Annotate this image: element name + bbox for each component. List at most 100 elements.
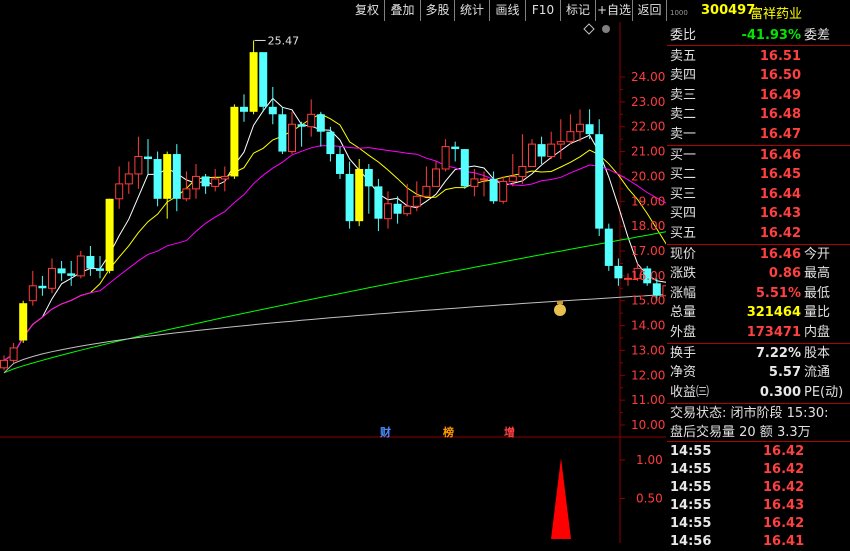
kline-chart[interactable]: 24.00 23.00 22.00 21.00 20.00 19.00 18.00 17.00… (0, 22, 666, 543)
sell-level-3-label: 卖三 (670, 87, 697, 103)
candle-body (374, 186, 383, 219)
tick-time: 14:55 (670, 462, 712, 478)
candle (38, 275, 47, 296)
sell-level-4[interactable]: 卖四 16.50 (667, 66, 850, 85)
price-axis-label: 23.00 (631, 95, 665, 109)
candle-body (556, 141, 565, 145)
sell-level-3-value: 16.49 (759, 87, 801, 103)
stat2-row-0[interactable]: 换手 7.22% 股本 (667, 344, 850, 363)
buy-level-1[interactable]: 买一 16.46 (667, 146, 850, 165)
stat-row-0[interactable]: 现价 16.46 今开 (667, 245, 850, 264)
candle-body (595, 134, 604, 229)
price-axis-label: 10.00 (631, 418, 665, 432)
sell-level-2[interactable]: 卖二 16.48 (667, 105, 850, 124)
stat2-row-2[interactable]: 收益㈢ 0.300 PE(动) (667, 383, 850, 402)
money-bag-top (557, 301, 563, 304)
candle (384, 191, 392, 229)
f10-button[interactable]: F10 (526, 0, 561, 21)
stat2-row-0-value: 7.22% (755, 346, 801, 361)
candle-body (470, 178, 479, 187)
candle (422, 166, 431, 197)
weibi-row-value: -41.93% (741, 28, 801, 43)
candle-body (240, 106, 248, 112)
candle-body (172, 154, 181, 199)
candle-body (134, 156, 143, 175)
price-axis-label: 19.00 (631, 194, 665, 208)
candle (115, 166, 124, 209)
candle (326, 126, 335, 162)
candle-body (499, 180, 508, 202)
price-axis-label: 24.00 (631, 70, 665, 84)
overlay-button[interactable]: 叠加 (385, 0, 421, 21)
candle (240, 94, 248, 122)
sell-level-5[interactable]: 卖五 16.51 (667, 47, 850, 66)
buy-level-4[interactable]: 买四 16.43 (667, 204, 850, 223)
candle-body (422, 185, 431, 197)
ma10-line (3, 113, 666, 361)
candle (134, 136, 143, 189)
candle (105, 198, 114, 274)
ma120-line (3, 294, 666, 374)
candle (96, 255, 104, 279)
stat-row-2[interactable]: 涨幅 5.51% 最低 (667, 284, 850, 303)
candle (163, 151, 172, 219)
stat2-row-1-label2: 流通 (804, 365, 831, 381)
sell-level-1[interactable]: 卖一 16.47 (667, 125, 850, 144)
price-axis-label: 18.00 (631, 219, 665, 233)
mark-button[interactable]: 标记 (561, 0, 596, 21)
weibi-row[interactable]: 委比 -41.93% 委差 (667, 26, 850, 45)
candle-body (211, 178, 220, 187)
trade-status: 交易状态: 闭市阶段 15:30: (670, 406, 829, 422)
price-axis-label: 11.00 (631, 393, 665, 407)
candle-body (201, 176, 210, 187)
stat-row-3-label2: 量比 (804, 305, 831, 321)
candle (172, 144, 181, 212)
sell-level-5-value: 16.51 (759, 49, 801, 64)
candle (595, 119, 604, 237)
price-axis-label: 15.00 (631, 294, 665, 308)
add-watchlist-button[interactable]: +自选 (596, 0, 633, 21)
stat2-row-1[interactable]: 净资 5.57 流通 (667, 363, 850, 382)
candle-body (48, 267, 56, 289)
market-tag: 1000 (670, 9, 688, 17)
price-axis-label: 16.00 (631, 269, 665, 283)
candle-body (192, 175, 200, 190)
sell-level-5-label: 卖五 (670, 49, 697, 64)
separator (667, 45, 850, 46)
tick-price: 16.42 (763, 516, 805, 532)
stat-row-4[interactable]: 外盘 173471 内盘 (667, 323, 850, 342)
buy-level-5[interactable]: 买五 16.42 (667, 224, 850, 243)
multi-stock-button[interactable]: 多股 (421, 0, 455, 21)
buy-level-3[interactable]: 买三 16.44 (667, 185, 850, 204)
sell-level-4-value: 16.50 (759, 68, 801, 84)
stat2-row-2-value: 0.300 (759, 384, 801, 400)
candle (288, 111, 296, 155)
buy-level-4-value: 16.43 (759, 206, 801, 222)
candle-body (163, 154, 172, 199)
candle (307, 99, 316, 137)
stat-row-3[interactable]: 总量 321464 量比 (667, 303, 850, 322)
candle-body (547, 143, 556, 158)
restore-rights-button[interactable]: 复权 (350, 0, 385, 21)
draw-line-button[interactable]: 画线 (490, 0, 526, 21)
price-axis-label: 20.00 (631, 169, 665, 183)
event-badge: 榜 (443, 425, 454, 439)
candle-body (38, 285, 47, 289)
stat-row-1[interactable]: 涨跌 0.86 最高 (667, 264, 850, 283)
volume-axis-label: 1.00 (636, 453, 663, 467)
sell-level-3[interactable]: 卖三 16.49 (667, 86, 850, 105)
statistics-button[interactable]: 统计 (455, 0, 490, 21)
candle-body (288, 123, 296, 153)
candle-body (566, 131, 575, 143)
candle (403, 183, 412, 217)
ma20-line (3, 145, 666, 361)
tick-row: 14:55 16.42 (667, 461, 850, 479)
stat-row-4-value: 173471 (746, 324, 801, 340)
candle-body (336, 154, 344, 174)
candle-body (364, 168, 373, 187)
candle (336, 146, 344, 179)
candle-body (508, 175, 517, 182)
back-button[interactable]: 返回 (633, 0, 667, 21)
buy-level-2[interactable]: 买二 16.45 (667, 165, 850, 184)
candle-body (86, 255, 95, 269)
